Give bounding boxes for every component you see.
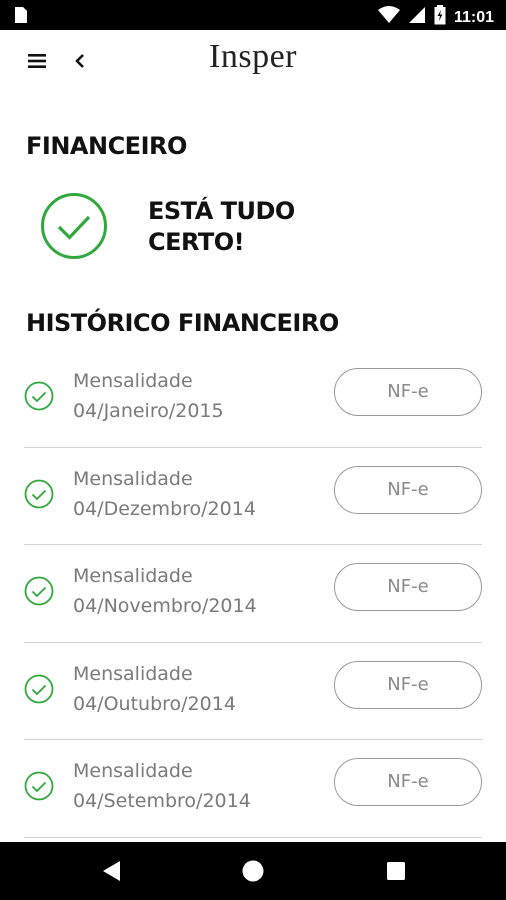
- brand-logo: Insper: [209, 38, 297, 75]
- navigation-bar: [0, 842, 506, 900]
- status-line-1: ESTÁ TUDO: [148, 197, 295, 225]
- check-circle-icon: [24, 479, 54, 509]
- item-title: Mensalidade: [73, 565, 193, 587]
- list-item: Mensalidade 04/Dezembro/2014 NF-e: [24, 448, 482, 545]
- item-date: 04/Outubro/2014: [73, 692, 236, 715]
- item-date: 04/Novembro/2014: [73, 595, 257, 617]
- item-title: Mensalidade: [73, 370, 193, 392]
- item-date: 04/Dezembro/2014: [73, 497, 256, 520]
- nfe-button[interactable]: NF-e: [334, 563, 482, 611]
- app-bar: Insper: [0, 30, 506, 90]
- nfe-button[interactable]: NF-e: [334, 465, 482, 514]
- section-title-financeiro: FINANCEIRO: [26, 132, 187, 160]
- nav-recent-icon[interactable]: [387, 862, 405, 880]
- list-item: Mensalidade 04/Novembro/2014 NF-e: [24, 545, 482, 643]
- check-circle-icon: [24, 674, 54, 704]
- section-title-historico: HISTÓRICO FINANCEIRO: [26, 309, 339, 337]
- item-title: Mensalidade: [73, 467, 193, 490]
- list-item: Mensalidade 04/Setembro/2014 NF-e: [24, 740, 482, 838]
- item-date: 04/Janeiro/2015: [73, 400, 224, 422]
- nav-back-icon[interactable]: [100, 859, 124, 883]
- sim-card-icon: [12, 6, 28, 29]
- item-date: 04/Setembro/2014: [73, 790, 251, 812]
- nfe-button[interactable]: NF-e: [334, 660, 482, 709]
- nfe-button[interactable]: NF-e: [334, 758, 482, 806]
- check-circle-icon: [24, 771, 54, 801]
- cell-signal-icon: [408, 6, 426, 29]
- nfe-button[interactable]: NF-e: [334, 368, 482, 416]
- clock: 11:01: [453, 8, 494, 26]
- history-list: Mensalidade 04/Janeiro/2015 NF-e Mensali…: [24, 350, 482, 838]
- battery-icon: [434, 5, 446, 30]
- financial-status: ESTÁ TUDO CERTO!: [40, 192, 480, 264]
- check-circle-icon: [24, 576, 54, 606]
- status-message: ESTÁ TUDO CERTO!: [148, 196, 368, 258]
- check-circle-icon: [40, 192, 108, 260]
- item-title: Mensalidade: [73, 760, 193, 782]
- wifi-icon: [377, 6, 400, 29]
- check-circle-icon: [24, 381, 54, 411]
- item-title: Mensalidade: [73, 662, 193, 685]
- status-line-2: CERTO!: [148, 228, 245, 256]
- list-item: Mensalidade 04/Janeiro/2015 NF-e: [24, 350, 482, 448]
- status-bar: 11:01: [0, 0, 506, 30]
- list-item: Mensalidade 04/Outubro/2014 NF-e: [24, 643, 482, 740]
- nav-home-icon[interactable]: [242, 860, 264, 882]
